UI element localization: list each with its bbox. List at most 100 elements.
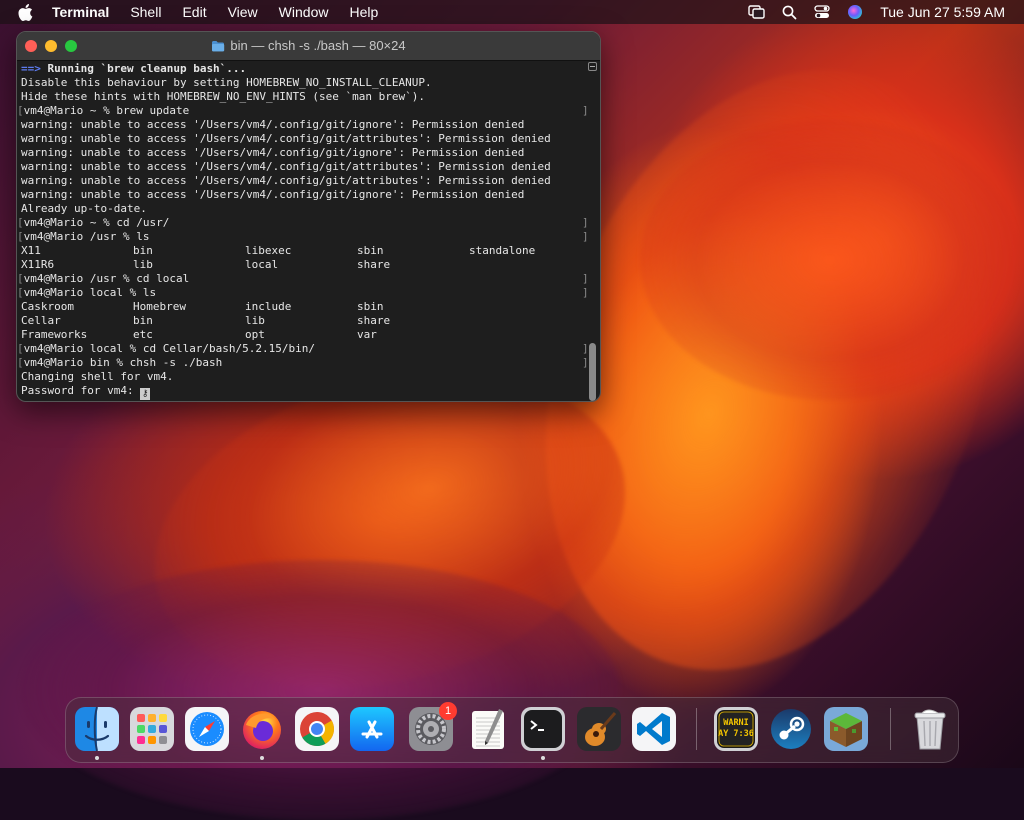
- control-center-icon[interactable]: [813, 4, 831, 20]
- terminal-line: warning: unable to access '/Users/vm4/.c…: [21, 160, 600, 174]
- terminal-line: Frameworks etc opt var: [21, 328, 600, 342]
- terminal-line: Changing shell for vm4.: [21, 370, 600, 384]
- ls-entry: Homebrew: [133, 300, 186, 313]
- terminal-line: warning: unable to access '/Users/vm4/.c…: [21, 132, 600, 146]
- prompt-text: vm4@Mario /usr % cd local: [23, 272, 190, 285]
- console-label: WARNI AY 7:36: [718, 718, 754, 739]
- line-text: warning: unable to access '/Users/vm4/.c…: [21, 160, 551, 173]
- chrome-icon[interactable]: [295, 707, 339, 751]
- terminal-line: Password for vm4: ⚷: [21, 384, 600, 400]
- terminal-scrollbar[interactable]: [587, 60, 598, 401]
- ls-entry: opt: [245, 328, 265, 341]
- terminal-title: bin — chsh -s ./bash — 80×24: [230, 38, 406, 53]
- ls-entry: standalone: [469, 244, 536, 257]
- prompt-mark-left: [: [17, 272, 24, 285]
- running-indicator: [260, 756, 264, 760]
- terminal-line: [vm4@Mario bin % chsh -s ./bash]: [17, 356, 600, 370]
- terminal-line: [vm4@Mario ~ % brew update]: [17, 104, 600, 118]
- notification-badge: 1: [439, 702, 457, 720]
- firefox-icon[interactable]: [240, 707, 284, 751]
- ls-entry: etc: [133, 328, 153, 341]
- terminal-titlebar[interactable]: bin — chsh -s ./bash — 80×24: [17, 32, 600, 61]
- ls-entry: Frameworks: [21, 328, 88, 341]
- line-text: Disable this behaviour by setting HOMEBR…: [21, 76, 432, 89]
- trash-icon[interactable]: [908, 707, 952, 751]
- line-text: Hide these hints with HOMEBREW_NO_ENV_HI…: [21, 90, 425, 103]
- terminal-line: Caskroom Homebrew include sbin: [21, 300, 600, 314]
- ls-entry: sbin: [357, 244, 384, 257]
- terminal-line: X11R6 lib local share: [21, 258, 600, 272]
- terminal-line: warning: unable to access '/Users/vm4/.c…: [21, 118, 600, 132]
- search-icon[interactable]: [780, 4, 798, 20]
- siri-icon[interactable]: [846, 4, 864, 20]
- terminal-line: Cellar bin lib share: [21, 314, 600, 328]
- terminal-window: bin — chsh -s ./bash — 80×24 ==> Running…: [16, 31, 601, 402]
- minecraft-icon[interactable]: [824, 707, 868, 751]
- ls-entry: sbin: [357, 300, 384, 313]
- ls-entry: libexec: [245, 244, 292, 257]
- ls-entry: lib: [245, 314, 265, 327]
- console-icon[interactable]: WARNI AY 7:36: [714, 707, 758, 751]
- system-preferences-icon[interactable]: 1: [409, 702, 457, 751]
- apple-menu-icon[interactable]: [18, 3, 36, 21]
- screen-mirroring-icon[interactable]: [747, 4, 765, 20]
- menu-app-name[interactable]: Terminal: [52, 4, 109, 20]
- ls-entry: Caskroom: [21, 300, 74, 313]
- prompt-text: vm4@Mario local % cd Cellar/bash/5.2.15/…: [23, 342, 316, 355]
- prompt-mark-left: [: [17, 216, 24, 229]
- ls-entry: lib: [133, 258, 153, 271]
- line-text: warning: unable to access '/Users/vm4/.c…: [21, 118, 525, 131]
- prompt-mark-left: [: [17, 230, 24, 243]
- menu-clock[interactable]: Tue Jun 27 5:59 AM: [880, 4, 1005, 20]
- line-text: warning: unable to access '/Users/vm4/.c…: [21, 188, 525, 201]
- vscode-icon[interactable]: [632, 707, 676, 751]
- terminal-line: [vm4@Mario /usr % ls]: [17, 230, 600, 244]
- prompt-mark-left: [: [17, 342, 24, 355]
- terminal-line: Already up-to-date.: [21, 202, 600, 216]
- app-store-icon[interactable]: [350, 707, 394, 751]
- menu-shell[interactable]: Shell: [130, 4, 161, 20]
- ls-entry: share: [357, 314, 391, 327]
- menu-edit[interactable]: Edit: [182, 4, 206, 20]
- running-indicator: [541, 756, 545, 760]
- ls-entry: share: [357, 258, 391, 271]
- garageband-icon[interactable]: [577, 707, 621, 751]
- prompt-mark-left: [: [17, 286, 24, 299]
- launchpad-icon[interactable]: [130, 707, 174, 751]
- steam-icon[interactable]: [769, 707, 813, 751]
- terminal-line: warning: unable to access '/Users/vm4/.c…: [21, 174, 600, 188]
- terminal-icon[interactable]: [521, 707, 565, 751]
- terminal-line: warning: unable to access '/Users/vm4/.c…: [21, 146, 600, 160]
- password-prompt: Password for vm4:: [21, 384, 141, 397]
- menu-bar: Terminal Shell Edit View Window Help Tue…: [0, 0, 1024, 24]
- prompt-text: vm4@Mario local % ls: [23, 286, 157, 299]
- textedit-icon[interactable]: [466, 707, 510, 751]
- line-text: warning: unable to access '/Users/vm4/.c…: [21, 146, 525, 159]
- terminal-content[interactable]: ==> Running `brew cleanup bash`... Disabl…: [17, 60, 600, 401]
- ls-entry: bin: [133, 244, 153, 257]
- terminal-line: warning: unable to access '/Users/vm4/.c…: [21, 188, 600, 202]
- ls-entry: local: [245, 258, 279, 271]
- menu-help[interactable]: Help: [349, 4, 378, 20]
- menu-view[interactable]: View: [228, 4, 258, 20]
- finder-icon[interactable]: [75, 706, 119, 752]
- menu-window[interactable]: Window: [279, 4, 329, 20]
- terminal-line: Disable this behaviour by setting HOMEBR…: [21, 76, 600, 90]
- terminal-line: [vm4@Mario ~ % cd /usr/]: [17, 216, 600, 230]
- line-text: Running `brew cleanup bash`...: [40, 62, 247, 75]
- split-pane-button[interactable]: [588, 62, 597, 71]
- scrollbar-thumb[interactable]: [589, 343, 596, 401]
- terminal-line: [vm4@Mario local % ls]: [17, 286, 600, 300]
- ls-entry: Cellar: [21, 314, 61, 327]
- folder-icon: [211, 40, 225, 55]
- line-text: Changing shell for vm4.: [21, 370, 174, 383]
- ls-entry: var: [357, 328, 377, 341]
- dock-separator: [890, 708, 891, 750]
- dock-separator: [696, 708, 697, 750]
- prompt-text: vm4@Mario ~ % brew update: [23, 104, 190, 117]
- dock: 1 WARNI AY 7:36: [65, 697, 959, 763]
- prompt-mark-left: [: [17, 356, 24, 369]
- safari-icon[interactable]: [185, 707, 229, 751]
- ls-entry: bin: [133, 314, 153, 327]
- running-indicator: [95, 756, 99, 760]
